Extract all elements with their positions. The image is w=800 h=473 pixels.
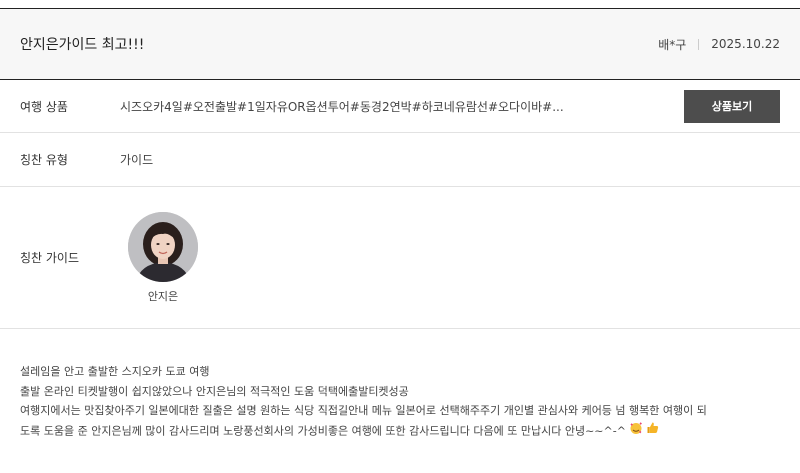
review-author: 배*구 [658,37,687,52]
praise-type-label: 칭찬 유형 [20,153,68,167]
body-line-2: 출발 온라인 티켓발행이 쉽지않았으나 안지은님의 적극적인 도움 덕택에출발티… [20,384,409,398]
body-line-4: 도록 도움을 준 안지은님께 많이 감사드리며 노랑풍선회사의 가성비좋은 여행… [20,423,626,437]
body-line-1: 설레임을 안고 출발한 스지오카 도쿄 여행 [20,365,210,378]
praise-type-row: 칭찬 유형 가이드 [0,133,800,187]
view-product-button[interactable]: 상품보기 [684,89,780,123]
guide-avatar [128,211,198,282]
praise-type-value: 가이드 [120,153,154,167]
product-row: 여행 상품 시즈오카4일#오전출발#1일자유OR옵션투어#동경2연박#하코네유람… [0,80,800,133]
review-header: 안지은가이드 최고!!! 배*구 2025.10.22 [0,9,800,79]
product-label: 여행 상품 [20,99,68,114]
body-line-4-wrap: 도록 도움을 준 안지은님께 많이 감사드리며 노랑풍선회사의 가성비좋은 여행… [20,421,780,442]
praise-guide-label: 칭찬 가이드 [20,251,80,265]
smiling-face-with-hearts-icon [629,421,643,442]
review-date: 2025.10.22 [711,37,780,51]
body-line-3: 여행지에서는 맛집찾아주기 일본에대한 질출은 설명 원하는 식당 직접길안내 … [20,404,707,417]
thumbs-up-icon [647,421,659,441]
review-body: 설레임을 안고 출발한 스지오카 도쿄 여행 출발 온라인 티켓발행이 쉽지않았… [20,362,780,441]
guide-name: 안지은 [147,289,179,303]
guide-profile: 안지은 [128,211,198,304]
praise-guide-row: 칭찬 가이드 안지은 [0,187,800,329]
product-value: 시즈오카4일#오전출발#1일자유OR옵션투어#동경2연박#하코네유람선#오다이바… [120,99,564,114]
review-meta: 배*구 2025.10.22 [658,36,780,53]
review-title: 안지은가이드 최고!!! [20,37,145,53]
meta-divider [698,38,700,50]
